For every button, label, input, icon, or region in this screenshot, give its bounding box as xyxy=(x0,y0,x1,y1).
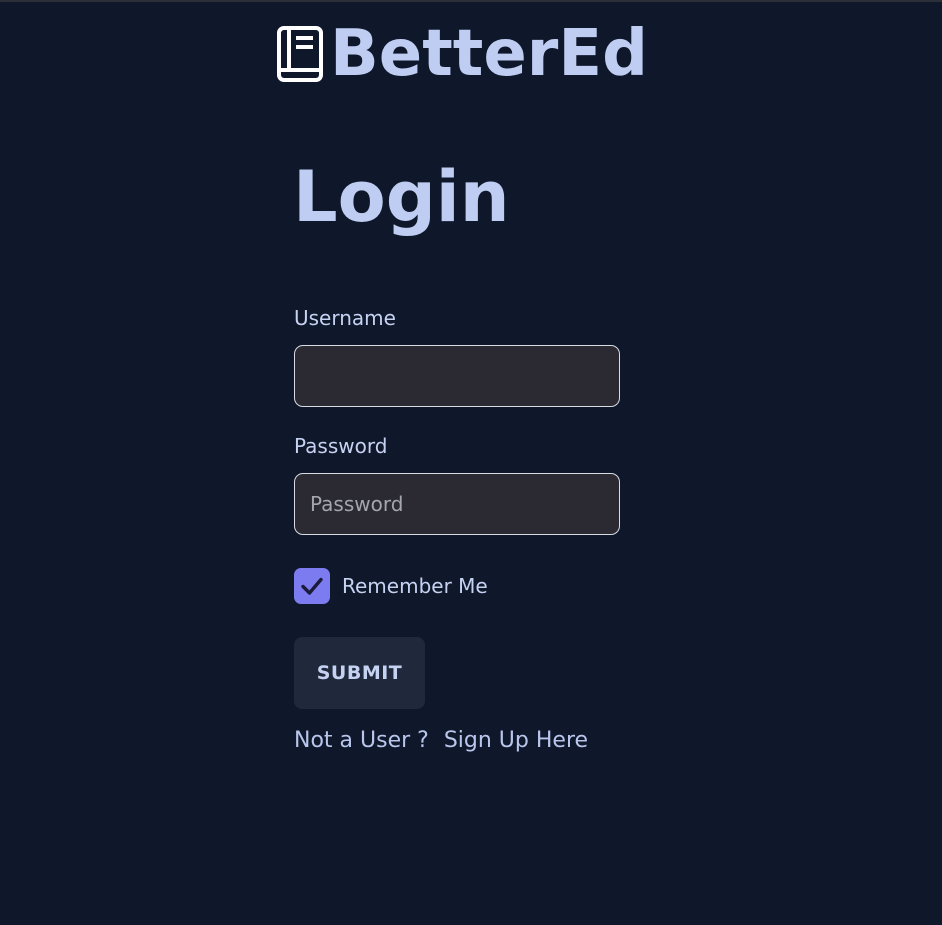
checkmark-icon xyxy=(301,577,323,595)
book-icon xyxy=(276,24,324,84)
signup-prompt: Not a User ? xyxy=(294,728,429,753)
page-title: Login xyxy=(293,156,510,238)
remember-me-checkbox[interactable] xyxy=(294,568,330,604)
remember-me-row[interactable]: Remember Me xyxy=(294,568,488,604)
username-input[interactable] xyxy=(294,345,620,407)
window-top-edge xyxy=(0,0,942,2)
brand-header[interactable]: BetterEd xyxy=(276,14,648,94)
submit-button[interactable]: SUBMIT xyxy=(294,637,425,709)
signup-row: Not a User ? Sign Up Here xyxy=(294,726,588,756)
remember-me-label: Remember Me xyxy=(342,574,488,598)
signup-link[interactable]: Sign Up Here xyxy=(444,728,588,753)
brand-name: BetterEd xyxy=(330,17,648,91)
password-label: Password xyxy=(294,434,388,458)
username-label: Username xyxy=(294,306,396,330)
password-input[interactable] xyxy=(294,473,620,535)
